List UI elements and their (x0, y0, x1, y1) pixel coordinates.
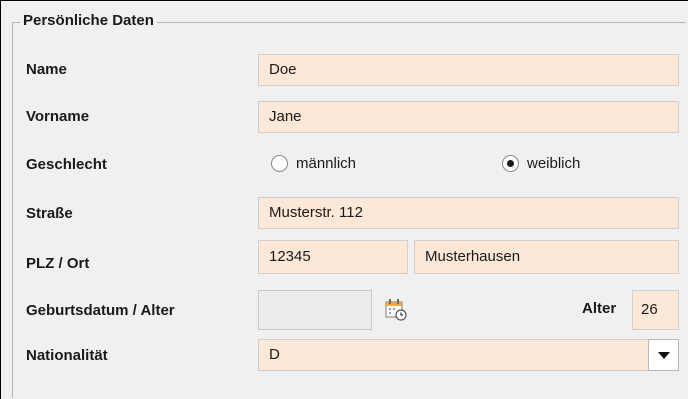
geburtsdatum-label: Geburtsdatum / Alter (26, 302, 175, 319)
window-border-left (0, 0, 1, 399)
name-field[interactable]: Doe (258, 54, 679, 86)
window-border-top (0, 0, 688, 1)
radio-weiblich[interactable]: weiblich (502, 155, 580, 172)
alter-label: Alter (582, 300, 617, 317)
radio-maennlich[interactable]: männlich (271, 155, 356, 172)
radio-circle-unselected[interactable] (271, 155, 288, 172)
ort-field[interactable]: Musterhausen (414, 240, 679, 274)
strasse-label: Straße (26, 205, 73, 222)
radio-weiblich-label: weiblich (527, 155, 581, 172)
vorname-field[interactable]: Jane (258, 101, 679, 133)
nationalitaet-label: Nationalität (26, 347, 108, 364)
nationalitaet-dropdown-button[interactable] (648, 339, 679, 371)
geschlecht-label: Geschlecht (26, 156, 107, 173)
radio-selected-dot (507, 160, 514, 167)
nationalitaet-select[interactable]: D (258, 339, 649, 371)
geburtsdatum-field[interactable] (258, 290, 372, 330)
plz-field[interactable]: 12345 (258, 240, 408, 274)
chevron-down-icon (657, 351, 670, 359)
radio-maennlich-label: männlich (296, 155, 357, 172)
vorname-label: Vorname (26, 108, 90, 125)
plz-ort-label: PLZ / Ort (26, 255, 90, 272)
radio-circle-selected[interactable] (502, 155, 519, 172)
strasse-field[interactable]: Musterstr. 112 (258, 197, 679, 229)
name-label: Name (26, 61, 67, 78)
calendar-icon[interactable] (384, 297, 408, 321)
alter-field[interactable]: 26 (632, 290, 679, 330)
fieldset-legend: Persönliche Daten (20, 12, 157, 30)
